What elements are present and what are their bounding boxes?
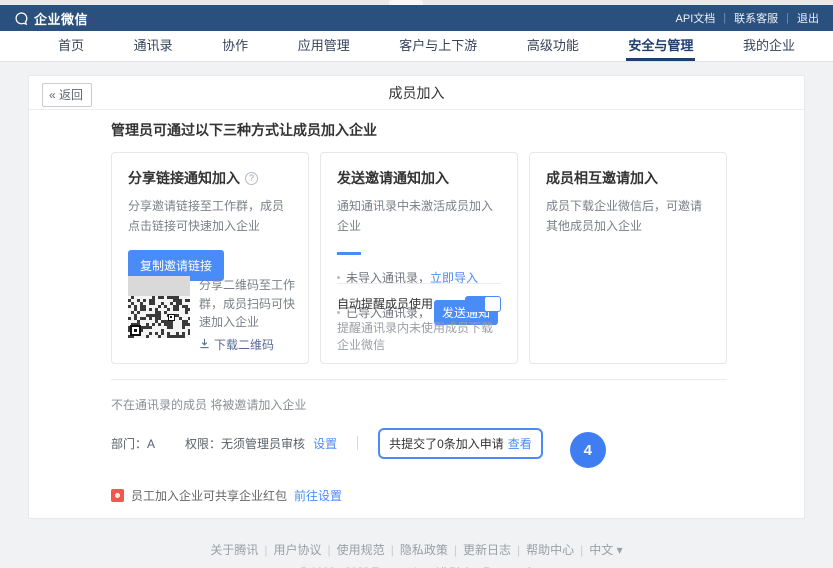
qr-image-placeholder [128, 276, 190, 296]
footer-links: 关于腾讯 | 用户协议 | 使用规范 | 隐私政策 | 更新日志 | 帮助中心 | 中文 ▾ [0, 541, 833, 558]
go-to-settings-link[interactable]: 前往设置 [294, 487, 342, 504]
back-button[interactable]: « 返回 [42, 83, 92, 107]
outside-contacts-note: 不在通讯录的成员 将被邀请加入企业 [111, 396, 744, 413]
qr-desc: 分享二维码至工作群，成员扫码可快速加入企业 [199, 276, 302, 332]
separator: | [517, 543, 520, 557]
qr-section: 分享二维码至工作群，成员扫码可快速加入企业 下载二维码 [128, 276, 302, 353]
card-share-link-desc: 分享邀请链接至工作群，成员点击链接可快速加入企业 [128, 197, 292, 237]
blue-dash [337, 252, 361, 255]
auto-remind-label: 自动提醒成员使用 [337, 295, 433, 312]
browser-tab [389, 0, 423, 5]
join-method-cards: 分享链接通知加入 ? 分享邀请链接至工作群，成员点击链接可快速加入企业 复制邀请… [111, 152, 727, 364]
top-bar: 企业微信 API文档 | 联系客服 | 退出 [0, 5, 833, 31]
auto-remind-block: 自动提醒成员使用 提醒通讯录内未使用成员下载企业微信 [337, 283, 501, 353]
toggle-knob [485, 297, 500, 311]
contact-support-link[interactable]: 联系客服 [734, 10, 778, 26]
join-applications-box: 共提交了0条加入申请 查看 [378, 428, 543, 459]
wechat-work-bubble-icon [14, 11, 29, 26]
main-nav: 首页 通讯录 协作 应用管理 客户与上下游 高级功能 安全与管理 我的企业 [0, 31, 833, 62]
auto-remind-toggle[interactable] [465, 296, 501, 312]
language-selector[interactable]: 中文 ▾ [589, 543, 622, 557]
download-qr-link[interactable]: 下载二维码 [199, 336, 302, 353]
qr-position-marker [130, 325, 141, 336]
footer-link-changelog[interactable]: 更新日志 [463, 543, 511, 557]
card-send-invite-title: 发送邀请通知加入 [337, 168, 501, 188]
help-icon[interactable]: ? [245, 172, 258, 185]
panel-body: 管理员可通过以下三种方式让成员加入企业 分享链接通知加入 ? 分享邀请链接至工作… [29, 110, 804, 518]
card-send-invite-desc: 通知通讯录中未激活成员加入企业 [337, 197, 501, 237]
nav-item-my-company[interactable]: 我的企业 [741, 31, 797, 61]
annotation-badge-4: 4 [570, 432, 606, 468]
separator: | [328, 543, 331, 557]
intro-text: 管理员可通过以下三种方式让成员加入企业 [111, 120, 744, 140]
qr-code-image [128, 276, 190, 338]
card-mutual-invite: 成员相互邀请加入 成员下载企业微信后，可邀请其他成员加入企业 [529, 152, 727, 364]
separator: | [580, 543, 583, 557]
logout-link[interactable]: 退出 [797, 10, 819, 26]
api-docs-link[interactable]: API文档 [676, 10, 716, 26]
nav-item-collaboration[interactable]: 协作 [220, 31, 250, 61]
separator: | [786, 12, 789, 24]
separator: | [391, 543, 394, 557]
nav-item-app-management[interactable]: 应用管理 [296, 31, 352, 61]
view-applications-link[interactable]: 查看 [508, 435, 532, 452]
nav-item-customers[interactable]: 客户与上下游 [397, 31, 479, 61]
nav-item-contacts[interactable]: 通讯录 [132, 31, 175, 61]
redpacket-row: 员工加入企业可共享企业红包 前往设置 [111, 487, 744, 504]
nav-item-security-management[interactable]: 安全与管理 [626, 31, 695, 61]
main-area: « 返回 成员加入 管理员可通过以下三种方式让成员加入企业 分享链接通知加入 ?… [0, 62, 833, 568]
card-send-invite: 发送邀请通知加入 通知通讯录中未激活成员加入企业 未导入通讯录， 立即导入 已导… [320, 152, 518, 364]
footer-link-about[interactable]: 关于腾讯 [210, 543, 258, 557]
permission-field: 权限：无须管理员审核设置 [185, 435, 337, 452]
download-icon [199, 338, 210, 352]
topbar-links: API文档 | 联系客服 | 退出 [676, 10, 819, 26]
browser-edge [0, 0, 833, 5]
vertical-separator [357, 436, 358, 450]
card-share-link-title-text: 分享链接通知加入 [128, 168, 240, 188]
settings-link[interactable]: 设置 [313, 437, 337, 451]
red-packet-icon [111, 489, 124, 502]
app-logo: 企业微信 [14, 9, 88, 28]
panel-header: « 返回 成员加入 [29, 76, 804, 110]
card-mutual-invite-title: 成员相互邀请加入 [546, 168, 710, 188]
section-divider [111, 379, 727, 380]
page-footer: 关于腾讯|用户协议|使用规范|隐私政策|更新日志|帮助中心|中文 ▾ © 199… [0, 541, 833, 568]
redpacket-text: 员工加入企业可共享企业红包 [131, 487, 287, 504]
card-mutual-invite-desc: 成员下载企业微信后，可邀请其他成员加入企业 [546, 197, 710, 237]
card-share-link-title: 分享链接通知加入 ? [128, 168, 292, 188]
qr-position-marker-small [168, 314, 175, 321]
auto-remind-hint: 提醒通讯录内未使用成员下载企业微信 [337, 319, 501, 353]
nav-item-advanced[interactable]: 高级功能 [525, 31, 581, 61]
footer-link-agreement[interactable]: 用户协议 [274, 543, 322, 557]
department-field: 部门：A [111, 435, 155, 452]
permission-label: 权限： [185, 437, 221, 451]
footer-link-rules[interactable]: 使用规范 [337, 543, 385, 557]
separator: | [723, 12, 726, 24]
footer-link-privacy[interactable]: 隐私政策 [400, 543, 448, 557]
app-logo-text: 企业微信 [34, 9, 88, 28]
separator: | [454, 543, 457, 557]
auto-remind-row: 自动提醒成员使用 [337, 295, 501, 312]
applications-count-text: 共提交了0条加入申请 [389, 435, 504, 452]
card-share-link: 分享链接通知加入 ? 分享邀请链接至工作群，成员点击链接可快速加入企业 复制邀请… [111, 152, 309, 364]
department-value: A [147, 437, 155, 451]
download-qr-label: 下载二维码 [214, 336, 274, 353]
permission-value: 无须管理员审核 [221, 437, 305, 451]
department-label: 部门： [111, 437, 147, 451]
join-settings-row: 部门：A 权限：无须管理员审核设置 共提交了0条加入申请 查看 4 [111, 425, 744, 461]
nav-item-home[interactable]: 首页 [56, 31, 86, 61]
qr-text-block: 分享二维码至工作群，成员扫码可快速加入企业 下载二维码 [199, 276, 302, 353]
page-title: 成员加入 [29, 76, 804, 110]
separator: | [264, 543, 267, 557]
member-join-panel: « 返回 成员加入 管理员可通过以下三种方式让成员加入企业 分享链接通知加入 ?… [28, 75, 805, 519]
footer-link-help[interactable]: 帮助中心 [526, 543, 574, 557]
